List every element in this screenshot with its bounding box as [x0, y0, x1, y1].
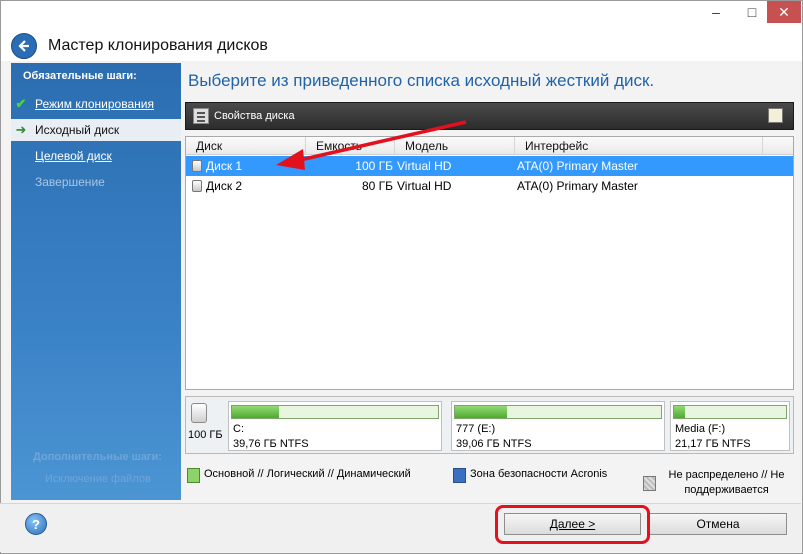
disk-name: Диск 2	[206, 179, 243, 193]
step-label: Завершение	[35, 175, 105, 189]
partition-info: 21,17 ГБ NTFS	[675, 438, 751, 450]
disk-interface: ATA(0) Primary Master	[517, 179, 638, 193]
disk-model: Virtual HD	[397, 159, 452, 173]
primary-swatch-icon	[187, 468, 200, 483]
step-finish: Завершение	[11, 171, 181, 193]
step-label: Исходный диск	[35, 123, 120, 137]
disk-model: Virtual HD	[397, 179, 452, 193]
maximize-button[interactable]: □	[737, 1, 767, 23]
partition-f[interactable]: Media (F:) 21,17 ГБ NTFS	[670, 401, 790, 451]
step-target-disk[interactable]: Целевой диск	[11, 145, 181, 167]
notes-icon[interactable]	[768, 108, 783, 123]
step-clone-mode[interactable]: ✔ Режим клонирования	[11, 93, 181, 115]
col-disk[interactable]: Диск	[186, 137, 306, 155]
partition-label: Media (F:)	[675, 423, 726, 435]
page-instruction: Выберите из приведенного списка исходный…	[188, 71, 655, 90]
partition-info: 39,76 ГБ NTFS	[233, 438, 309, 450]
steps-heading: Обязательные шаги:	[23, 70, 137, 82]
disk-map-capacity: 100 ГБ	[188, 429, 223, 441]
back-button[interactable]	[11, 33, 37, 59]
steps-sidebar: Обязательные шаги: ✔ Режим клонирования …	[11, 63, 181, 500]
col-capacity[interactable]: Емкость	[306, 137, 395, 155]
partition-usage-bar	[455, 406, 507, 418]
disk-capacity: 80 ГБ	[361, 179, 393, 193]
disk-capacity: 100 ГБ	[355, 159, 393, 173]
list-header: Диск Емкость Модель Интерфейс	[186, 137, 793, 155]
disk-icon	[192, 180, 202, 192]
disk-row-2[interactable]: Диск 2 80 ГБ Virtual HD ATA(0) Primary M…	[186, 176, 793, 196]
partition-info: 39,06 ГБ NTFS	[456, 438, 532, 450]
disk-map: 100 ГБ C: 39,76 ГБ NTFS 777 (E:) 39,06 Г…	[185, 396, 794, 454]
step-label: Режим клонирования	[35, 97, 154, 111]
step-source-disk[interactable]: ➜ Исходный диск	[11, 119, 181, 141]
acronis-swatch-icon	[453, 468, 466, 483]
cancel-button[interactable]: Отмена	[649, 513, 787, 535]
disk-properties-button[interactable]: Свойства диска	[214, 110, 295, 122]
check-icon: ✔	[15, 96, 27, 111]
partition-e[interactable]: 777 (E:) 39,06 ГБ NTFS	[451, 401, 665, 451]
partition-label: C:	[233, 423, 244, 435]
highlight-ring	[495, 505, 650, 544]
legend-acronis: Зона безопасности Acronis	[453, 468, 607, 483]
disk-toolbar: Свойства диска	[185, 102, 794, 130]
arrow-right-icon: ➜	[15, 122, 27, 137]
minimize-button[interactable]: –	[701, 1, 731, 23]
col-interface[interactable]: Интерфейс	[515, 137, 763, 155]
partition-label: 777 (E:)	[456, 423, 496, 435]
partition-usage-bar	[232, 406, 280, 418]
hard-disk-icon	[191, 403, 207, 423]
wizard-title: Мастер клонирования дисков	[48, 37, 268, 54]
legend-primary: Основной // Логический // Динамический	[187, 468, 411, 483]
disk-interface: ATA(0) Primary Master	[517, 159, 638, 173]
disk-row-1[interactable]: Диск 1 100 ГБ Virtual HD ATA(0) Primary …	[186, 156, 793, 176]
disk-icon	[192, 160, 202, 172]
unallocated-swatch-icon	[643, 476, 656, 491]
properties-icon	[193, 108, 209, 124]
optional-steps-heading: Дополнительные шаги:	[33, 451, 162, 463]
optional-step-exclude: Исключение файлов	[45, 473, 151, 485]
step-label: Целевой диск	[35, 149, 112, 163]
help-icon[interactable]: ?	[25, 513, 47, 535]
back-arrow-icon	[18, 40, 29, 52]
partition-c[interactable]: C: 39,76 ГБ NTFS	[228, 401, 442, 451]
legend-unallocated: Не распределено // Не поддерживается	[643, 468, 793, 498]
close-button[interactable]: ✕	[767, 1, 801, 23]
partition-usage-bar	[674, 406, 686, 418]
col-model[interactable]: Модель	[395, 137, 515, 155]
disk-name: Диск 1	[206, 159, 243, 173]
disk-list: Диск Емкость Модель Интерфейс Диск 1 100…	[185, 136, 794, 390]
title-bar: – □ ✕	[1, 1, 802, 31]
